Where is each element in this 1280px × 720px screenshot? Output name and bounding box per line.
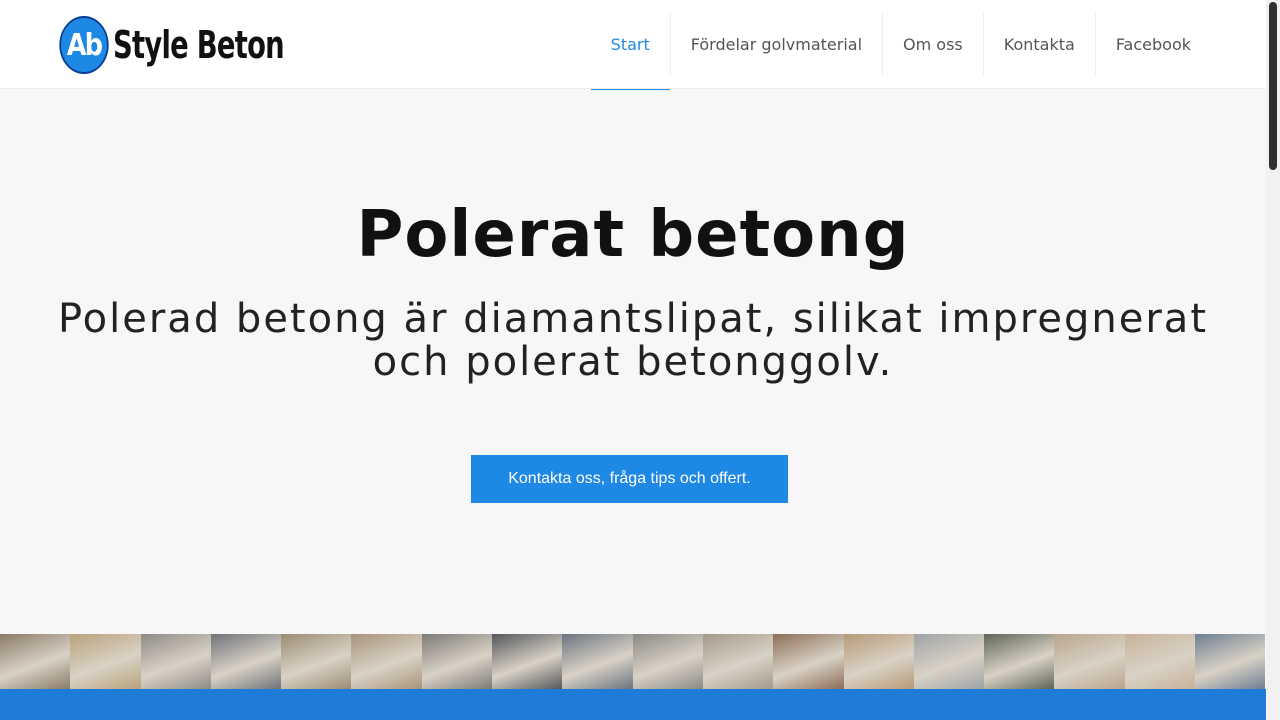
scrollbar-thumb[interactable] — [1269, 2, 1277, 170]
gallery-thumbnail[interactable] — [843, 634, 914, 689]
main-nav: Start Fördelar golvmaterial Om oss Konta… — [590, 13, 1211, 93]
gallery-thumbnail[interactable] — [140, 634, 211, 689]
hero-title: Polerat betong — [356, 198, 910, 272]
nav-item-start[interactable]: Start — [590, 13, 670, 93]
gallery-thumbnail[interactable] — [70, 634, 141, 689]
gallery-thumbnail[interactable] — [281, 634, 352, 689]
gallery-thumbnail[interactable] — [1124, 634, 1196, 689]
gallery-thumbnail[interactable] — [351, 634, 422, 689]
hero-section: Polerat betong Polerad betong är diamant… — [0, 90, 1266, 634]
gallery-thumbnail[interactable] — [1054, 634, 1125, 689]
contact-cta-button[interactable]: Kontakta oss, fråga tips och offert. — [471, 455, 788, 503]
gallery-thumbnail[interactable] — [702, 634, 774, 689]
logo-mark: Ab — [59, 16, 109, 74]
nav-item-om-oss[interactable]: Om oss — [882, 13, 983, 75]
gallery-thumbnail[interactable] — [632, 634, 703, 689]
logo-text: Style Beton — [113, 23, 285, 67]
gallery-thumbnail[interactable] — [421, 634, 493, 689]
page-scrollbar[interactable] — [1266, 0, 1280, 720]
site-logo[interactable]: Ab Style Beton — [55, 15, 350, 75]
gallery-thumbnail[interactable] — [562, 634, 633, 689]
hero-subtitle: Polerad betong är diamantslipat, silikat… — [57, 296, 1209, 385]
nav-item-fordelar-golvmaterial[interactable]: Fördelar golvmaterial — [669, 13, 882, 75]
gallery-thumbnail[interactable] — [492, 634, 563, 689]
gallery-thumbnail[interactable] — [1195, 634, 1266, 689]
nav-item-kontakta[interactable]: Kontakta — [982, 13, 1095, 75]
site-header: Ab Style Beton Start Fördelar golvmateri… — [0, 0, 1266, 93]
bottom-section-bar — [0, 689, 1266, 720]
gallery-thumbnail[interactable] — [913, 634, 985, 689]
gallery-thumbnail[interactable] — [773, 634, 844, 689]
photo-gallery-strip — [0, 634, 1266, 689]
nav-item-facebook[interactable]: Facebook — [1094, 13, 1211, 75]
gallery-thumbnail[interactable] — [0, 634, 71, 689]
gallery-thumbnail[interactable] — [984, 634, 1055, 689]
gallery-thumbnail[interactable] — [210, 634, 282, 689]
